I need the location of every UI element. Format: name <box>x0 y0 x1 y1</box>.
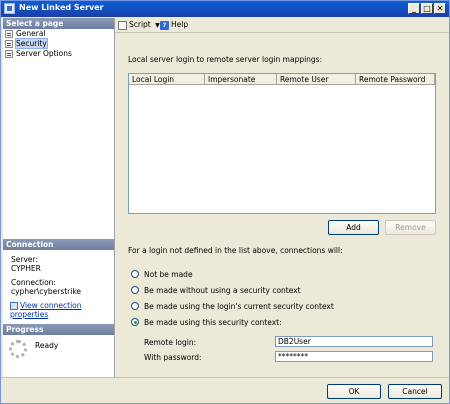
nav-item-label: Server Options <box>16 49 72 58</box>
left-panel: Select a page General Security Server Op… <box>3 18 115 377</box>
server-label: Server: <box>11 255 38 264</box>
nav-item-label: General <box>16 29 46 38</box>
help-icon: ? <box>160 20 169 30</box>
column-header[interactable]: Local Login <box>129 74 205 85</box>
fallback-label: For a login not defined in the list abov… <box>128 246 343 255</box>
cancel-button[interactable]: Cancel <box>388 384 442 399</box>
connection-value: cypher\cyberstrike <box>11 287 82 296</box>
page-icon <box>5 50 13 58</box>
window-title: New Linked Server <box>19 3 104 12</box>
nav-item-general[interactable]: General <box>5 29 46 39</box>
view-connection-properties-link[interactable]: View connection properties <box>10 301 82 319</box>
select-page-header: Select a page <box>3 18 114 29</box>
password-label: With password: <box>144 353 202 362</box>
help-label: Help <box>171 20 189 29</box>
option-label[interactable]: Be made without using a security context <box>144 286 301 295</box>
script-button[interactable]: Script ▼ <box>118 20 160 30</box>
remote-login-input[interactable]: DB2User <box>275 336 433 347</box>
column-header[interactable]: Remote User <box>277 74 356 85</box>
server-value: CYPHER <box>11 264 41 273</box>
connection-header: Connection <box>3 239 114 250</box>
nav-item-server-options[interactable]: Server Options <box>5 49 72 59</box>
minimize-button[interactable]: _ <box>408 3 420 14</box>
progress-status: Ready <box>35 341 59 350</box>
column-header[interactable]: Impersonate <box>205 74 277 85</box>
nav-item-security[interactable]: Security <box>5 38 48 49</box>
column-header[interactable]: Remote Password <box>356 74 435 85</box>
option-label[interactable]: Be made using the login's current securi… <box>144 302 334 311</box>
page-icon <box>5 40 13 48</box>
radio-this-security-context[interactable] <box>131 318 139 326</box>
radio-current-security-context[interactable] <box>131 302 139 310</box>
option-label[interactable]: Not be made <box>144 270 193 279</box>
window-icon <box>4 3 15 14</box>
new-linked-server-window: New Linked Server _ □ ✕ Select a page Ge… <box>0 0 450 404</box>
radio-without-security-context[interactable] <box>131 286 139 294</box>
toolbar: Script ▼ ? Help <box>115 18 449 33</box>
password-input[interactable]: ******** <box>275 351 433 362</box>
maximize-button[interactable]: □ <box>421 3 433 14</box>
radio-not-be-made[interactable] <box>131 270 139 278</box>
script-icon <box>118 20 127 30</box>
script-label: Script <box>129 20 151 29</box>
ok-button[interactable]: OK <box>327 384 381 399</box>
mappings-label: Local server login to remote server logi… <box>128 55 323 64</box>
remove-button[interactable]: Remove <box>385 220 436 235</box>
progress-spinner-icon <box>9 340 27 358</box>
connection-label: Connection: <box>11 278 56 287</box>
properties-icon <box>10 302 18 310</box>
title-bar[interactable]: New Linked Server _ □ ✕ <box>1 1 449 17</box>
progress-header: Progress <box>3 324 114 335</box>
page-icon <box>5 30 13 38</box>
dialog-footer: OK Cancel <box>1 377 449 404</box>
view-connection-properties[interactable]: View connection properties <box>10 301 114 319</box>
add-button[interactable]: Add <box>328 220 379 235</box>
help-button[interactable]: ? Help <box>160 20 188 30</box>
remote-login-label: Remote login: <box>144 338 197 347</box>
option-label[interactable]: Be made using this security context: <box>144 318 282 327</box>
nav-item-label: Security <box>15 38 48 49</box>
login-mappings-grid[interactable]: Local Login Impersonate Remote User Remo… <box>128 73 436 214</box>
close-button[interactable]: ✕ <box>434 3 446 14</box>
security-page: Script ▼ ? Help Local server login to rem… <box>115 18 449 377</box>
